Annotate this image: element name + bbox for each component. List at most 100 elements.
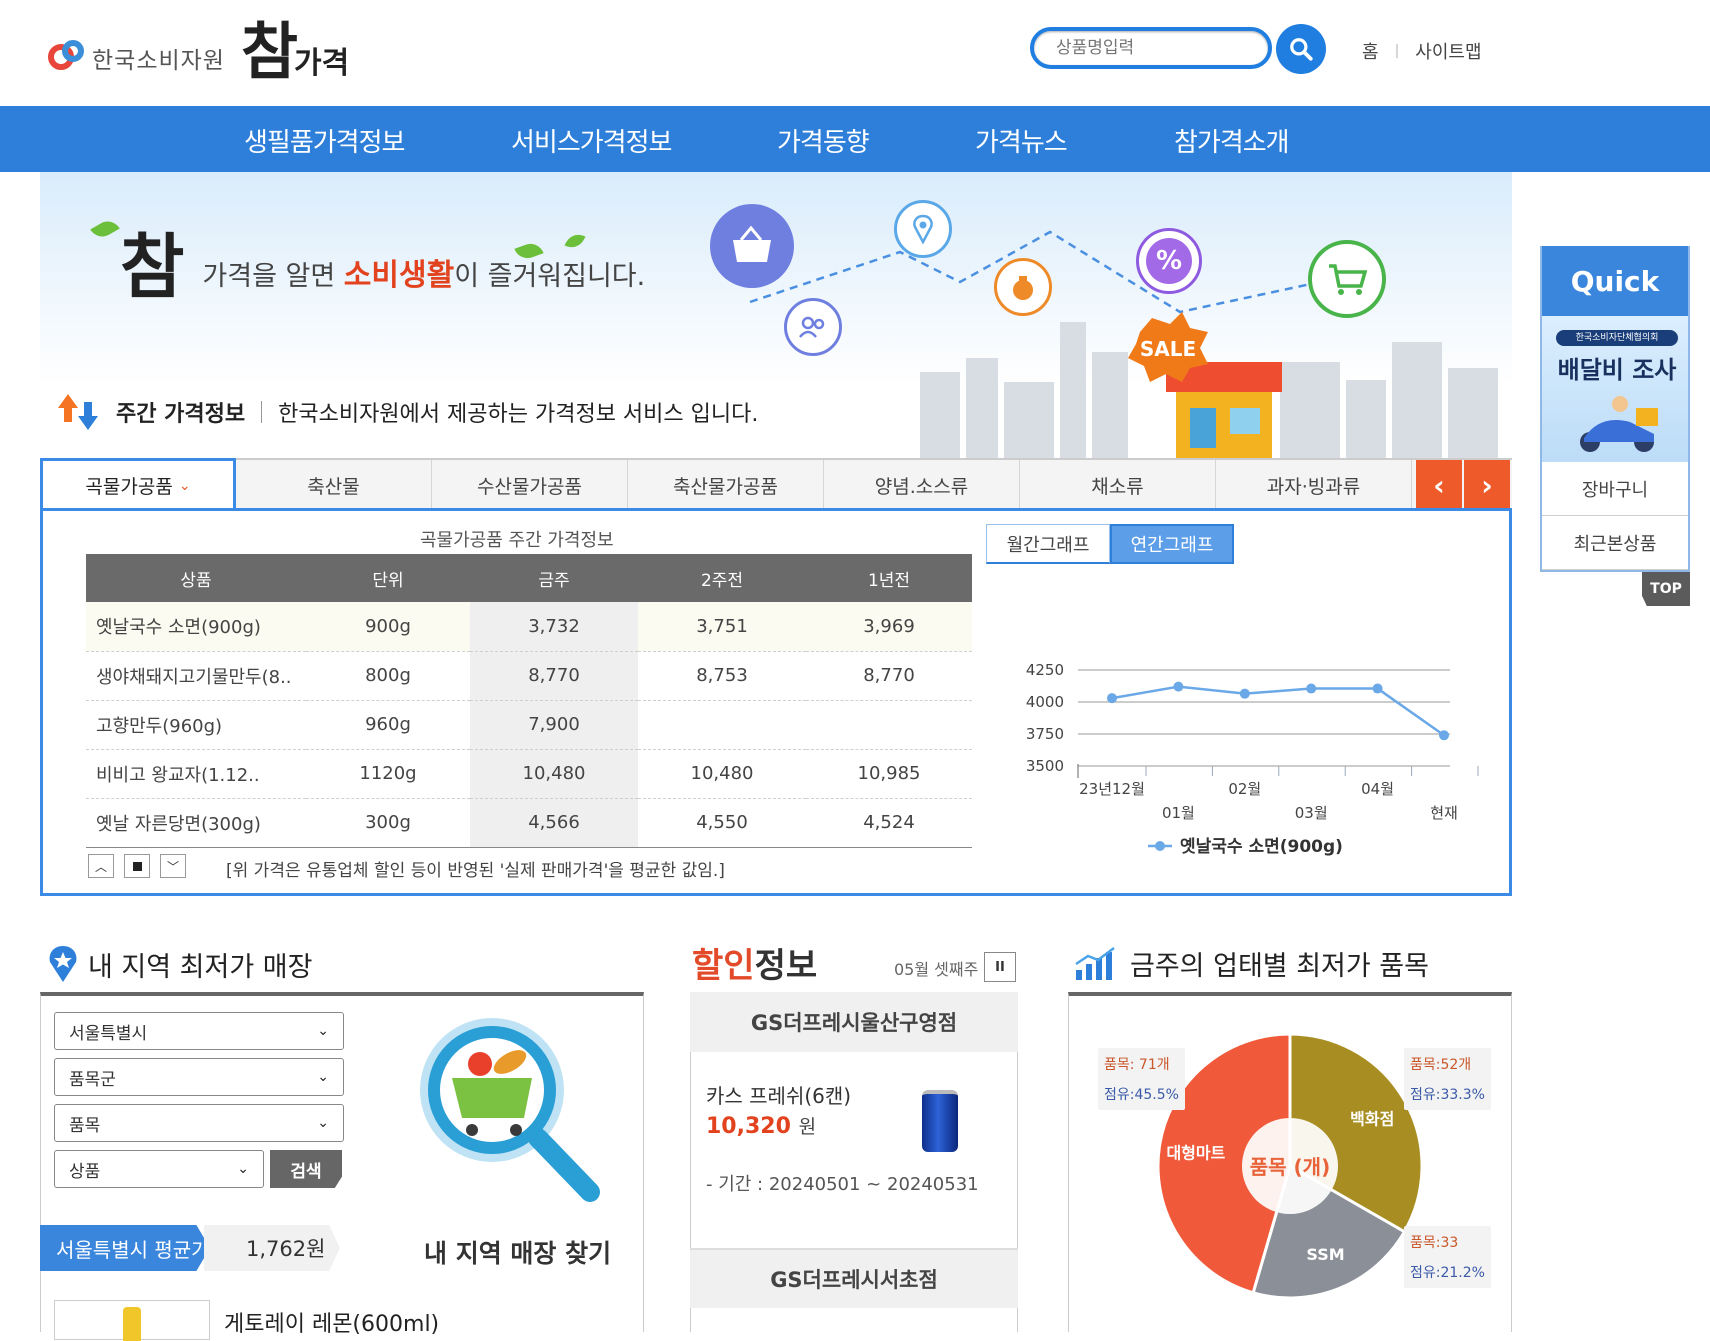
brand-logo: 참가격 [240, 15, 350, 88]
home-link[interactable]: 홈 [1362, 38, 1379, 64]
hypermarket-share-label: 품목: 71개 점유:45.5% [1098, 1048, 1185, 1110]
tab-yearly-graph[interactable]: 연간그래프 [1110, 524, 1234, 564]
price-line-chart: 4250 4000 3750 3500 23년12월 01월 02월 03월 04월현재옛날국수… [1026, 661, 1479, 857]
stop-icon [132, 861, 142, 871]
discount-week: 05월 셋째주 [894, 960, 979, 979]
scroll-down-button[interactable]: ﹀ [160, 854, 186, 878]
tab-monthly-graph[interactable]: 월간그래프 [986, 524, 1110, 564]
data-point[interactable] [1372, 683, 1383, 694]
header: 한국소비자원 참가격 홈 | 사이트맵 [0, 0, 1710, 106]
lowest-by-type-heading: 금주의 업태별 최저가 품목 [1074, 944, 1429, 983]
discount-store-name[interactable]: GS더프레시서초점 [690, 1248, 1018, 1308]
delivery-fee-survey-banner[interactable]: 한국소비자단체협의회 배달비 조사 [1542, 316, 1688, 462]
delivery-scooter-icon [1580, 396, 1658, 452]
col-year-ago: 1년전 [806, 554, 972, 602]
table-caption: 곡물가공품 주간 가격정보 [420, 530, 614, 551]
discount-period: - 기간 : 20240501 ~ 20240531 [706, 1174, 979, 1195]
tab-livestock-processed[interactable]: 축산물가공품 [628, 460, 824, 510]
chevron-down-icon: ⌄ [317, 1115, 329, 1131]
nav-about[interactable]: 참가격소개 [1174, 122, 1290, 159]
store-search-icon[interactable] [414, 1012, 604, 1212]
search-button[interactable] [1276, 24, 1326, 74]
tab-snacks[interactable]: 과자·빙과류 [1216, 460, 1412, 510]
bar-chart-icon [1075, 946, 1115, 980]
nav-service-price[interactable]: 서비스가격정보 [511, 122, 672, 159]
data-point[interactable] [1107, 693, 1117, 704]
discount-product[interactable]: 카스 프레쉬(6캔) [706, 1080, 851, 1109]
table-row[interactable]: 고향만두(960g) 960g 7,900 [86, 700, 972, 750]
region-select[interactable]: 서울특별시 ⌄ [54, 1012, 344, 1050]
tab-grain-processed[interactable]: 곡물가공품 ⌄ [40, 458, 236, 510]
search-input[interactable] [1030, 27, 1272, 69]
product-name[interactable]: 게토레이 레몬(600ml) [224, 1306, 439, 1338]
bottle-image [123, 1307, 141, 1341]
x-tick-label: 04월 [1361, 780, 1394, 798]
y-tick-label: 4250 [1026, 661, 1064, 679]
sitemap-link[interactable]: 사이트맵 [1415, 38, 1481, 64]
beer-can-image [922, 1090, 958, 1152]
quick-menu: Quick 한국소비자단체협의회 배달비 조사 장바구니 최근본상품 [1540, 246, 1690, 572]
local-lowest-heading: 내 지역 최저가 매장 [46, 944, 312, 984]
tab-prev-button[interactable]: ‹ [1416, 460, 1462, 510]
y-tick-label: 3750 [1026, 725, 1064, 743]
category-select[interactable]: 품목군 ⌄ [54, 1058, 344, 1096]
x-tick-label: 현재 [1430, 804, 1458, 822]
col-product: 상품 [86, 554, 306, 602]
table-row[interactable]: 생야채돼지고기물만두(8.. 800g 8,770 8,753 8,770 [86, 651, 972, 701]
nav-necessities-price[interactable]: 생필품가격정보 [244, 122, 405, 159]
tab-seafood-processed[interactable]: 수산물가공품 [432, 460, 628, 510]
data-point[interactable] [1439, 730, 1449, 741]
nav-price-news[interactable]: 가격뉴스 [975, 122, 1068, 159]
percent-icon: % [1136, 228, 1202, 294]
recent-products-link[interactable]: 최근본상품 [1542, 516, 1688, 570]
x-tick-label: 23년12월 [1079, 780, 1145, 798]
scroll-up-button[interactable]: ︿ [88, 854, 114, 878]
ssm-share-label: 품목:33 점유:21.2% [1404, 1226, 1491, 1288]
data-point[interactable] [1173, 681, 1184, 692]
col-unit: 단위 [306, 554, 470, 602]
updown-arrows-icon [58, 394, 98, 430]
pie-slice-label: 백화점 [1350, 1109, 1394, 1128]
product-select[interactable]: 상품 ⌄ [54, 1150, 264, 1188]
item-select[interactable]: 품목 ⌄ [54, 1104, 344, 1142]
department-store-share-label: 품목:52개 점유:33.3% [1404, 1048, 1491, 1110]
site-logo[interactable]: 한국소비자원 참가격 [46, 15, 350, 94]
star-pin-icon [49, 946, 77, 982]
region-average-value: 1,762원 [204, 1225, 340, 1271]
price-note: [위 가격은 유통업체 할인 등이 반영된 '실제 판매가격'을 평균한 값임.… [226, 861, 725, 881]
nav-price-trend[interactable]: 가격동향 [777, 122, 870, 159]
tab-livestock[interactable]: 축산물 [236, 460, 432, 510]
legend-marker [1155, 841, 1165, 851]
tab-next-button[interactable]: › [1464, 460, 1510, 510]
table-row[interactable]: 옛날국수 소면(900g) 900g 3,732 3,751 3,969 [86, 602, 972, 652]
pie-slice-label: SSM [1306, 1245, 1344, 1264]
location-pin-icon [894, 200, 952, 258]
chevron-down-icon: ⌄ [317, 1023, 329, 1039]
table-row[interactable]: 옛날 자른당면(300g) 300g 4,566 4,550 4,524 [86, 798, 972, 848]
data-point[interactable] [1306, 683, 1317, 694]
tab-vegetables[interactable]: 채소류 [1020, 460, 1216, 510]
legend-label: 옛날국수 소면(900g) [1180, 837, 1343, 857]
svg-text:SALE: SALE [1140, 337, 1196, 361]
basket-icon [710, 204, 794, 288]
cart-link[interactable]: 장바구니 [1542, 462, 1688, 516]
x-tick-label: 03월 [1295, 804, 1328, 822]
graph-tabs: 월간그래프 연간그래프 [986, 524, 1234, 564]
product-thumbnail[interactable] [54, 1300, 210, 1341]
discount-store-name[interactable]: GS더프레시울산구영점 [690, 992, 1018, 1052]
table-row[interactable]: 비비고 왕교자(1.12.. 1120g 10,480 10,480 10,985 [86, 749, 972, 799]
pause-button[interactable]: II [984, 952, 1016, 982]
pause-icon: II [995, 959, 1005, 975]
stop-button[interactable] [124, 854, 150, 878]
top-button[interactable]: TOP [1642, 572, 1690, 606]
data-point[interactable] [1239, 688, 1250, 699]
local-search-button[interactable]: 검색 [270, 1150, 342, 1188]
tab-sauces[interactable]: 양념.소스류 [824, 460, 1020, 510]
pie-slice-label: 대형마트 [1166, 1144, 1225, 1163]
chevron-down-icon: ⌄ [237, 1161, 249, 1177]
find-local-store-link[interactable]: 내 지역 매장 찾기 [424, 1234, 611, 1270]
cart-icon [1308, 240, 1386, 318]
top-links: 홈 | 사이트맵 [1362, 38, 1482, 64]
people-icon [784, 298, 842, 356]
chevron-down-icon: ⌄ [317, 1069, 329, 1085]
